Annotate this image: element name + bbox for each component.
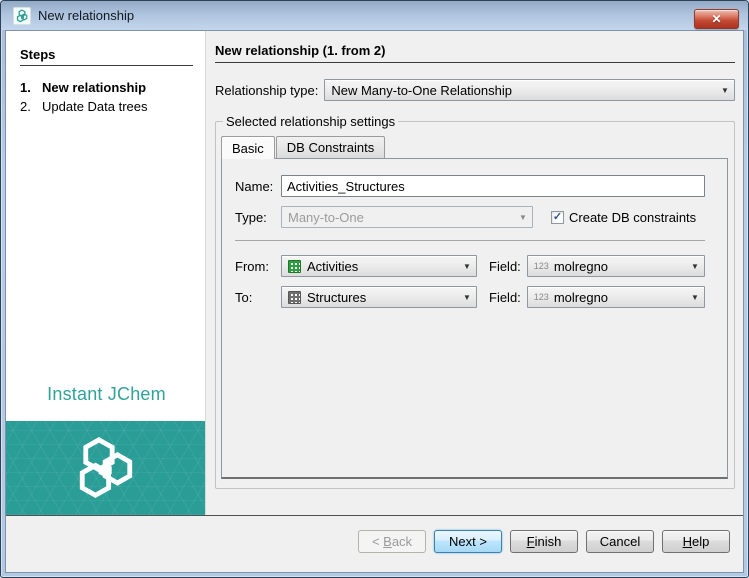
product-name: Instant JChem [47,384,166,404]
jchem-hexagon-logo-icon [79,437,132,499]
to-field-select[interactable]: 123 molregno ▼ [526,286,705,308]
help-button[interactable]: Help [662,529,730,553]
name-input[interactable] [281,175,705,197]
to-table-value: Structures [307,289,367,305]
from-table-select[interactable]: Activities ▼ [281,255,477,277]
chevron-down-icon: ▼ [721,85,729,95]
chevron-down-icon: ▼ [519,212,527,222]
back-button: < Back [358,529,426,553]
tab-basic[interactable]: Basic [221,136,275,159]
gray-table-icon [288,290,301,304]
form-divider [235,240,705,241]
page-title: New relationship (1. from 2) [215,43,735,63]
tab-db-constraints[interactable]: DB Constraints [275,136,386,158]
chevron-down-icon: ▼ [691,292,699,302]
check-icon: ✓ [552,210,563,223]
step-label: New relationship [42,80,147,95]
from-field-label: Field: [489,258,521,274]
type-select: Many-to-One ▼ [281,206,533,228]
settings-groupbox-label: Selected relationship settings [223,114,399,129]
create-db-constraints-label: Create DB constraints [569,209,697,225]
relationship-type-value: New Many-to-One Relationship [331,82,512,98]
type-value: Many-to-One [288,209,364,225]
to-field-label: Field: [489,289,521,305]
chevron-down-icon: ▼ [463,292,471,302]
from-label: From: [235,258,269,274]
titlebar[interactable]: New relationship ✕ [1,1,748,30]
name-label: Name: [235,178,274,194]
jchem-logo-icon [13,6,31,25]
numeric-type-icon: 123 [533,292,549,302]
from-field-value: molregno [553,258,609,274]
cancel-button[interactable]: Cancel [586,529,654,553]
step-item-update-data-trees: 2. Update Data trees [20,99,193,114]
settings-groupbox: Selected relationship settings Basic DB … [215,114,735,489]
to-table-select[interactable]: Structures ▼ [281,286,477,308]
close-button[interactable]: ✕ [694,9,739,29]
steps-header: Steps [20,47,193,66]
step-label: Update Data trees [42,99,148,114]
dialog-window: New relationship ✕ Steps 1. New relation… [0,0,749,578]
wizard-sidebar: Steps 1. New relationship 2. Update Data… [6,31,206,515]
dialog-body: Steps 1. New relationship 2. Update Data… [5,30,744,573]
settings-tabstrip: Basic DB Constraints [221,136,728,159]
chevron-down-icon: ▼ [691,261,699,271]
relationship-type-select[interactable]: New Many-to-One Relationship ▼ [324,79,735,101]
next-button[interactable]: Next > [434,529,502,553]
finish-button[interactable]: Finish [510,529,578,553]
numeric-type-icon: 123 [533,261,549,271]
create-db-constraints-checkbox[interactable]: ✓ [551,210,564,224]
relationship-type-label: Relationship type: [215,82,319,98]
step-number: 1. [20,80,31,95]
green-table-icon [288,259,301,273]
create-db-constraints-option[interactable]: ✓ Create DB constraints [551,210,696,225]
window-title: New relationship [38,8,135,23]
basic-tab-panel: Name: Type: Many-to-One ▼ ✓ [221,158,728,479]
chevron-down-icon: ▼ [463,261,471,271]
from-field-select[interactable]: 123 molregno ▼ [526,255,705,277]
wizard-main-panel: New relationship (1. from 2) Relationshi… [206,31,743,515]
to-field-value: molregno [553,289,609,305]
type-label: Type: [235,209,267,225]
brand-panel [6,421,205,515]
step-number: 2. [20,99,31,114]
close-icon: ✕ [711,12,722,26]
button-bar: < Back Next > Finish Cancel Help [6,516,743,572]
step-item-new-relationship: 1. New relationship [20,80,193,95]
to-label: To: [235,289,253,305]
from-table-value: Activities [307,258,359,274]
